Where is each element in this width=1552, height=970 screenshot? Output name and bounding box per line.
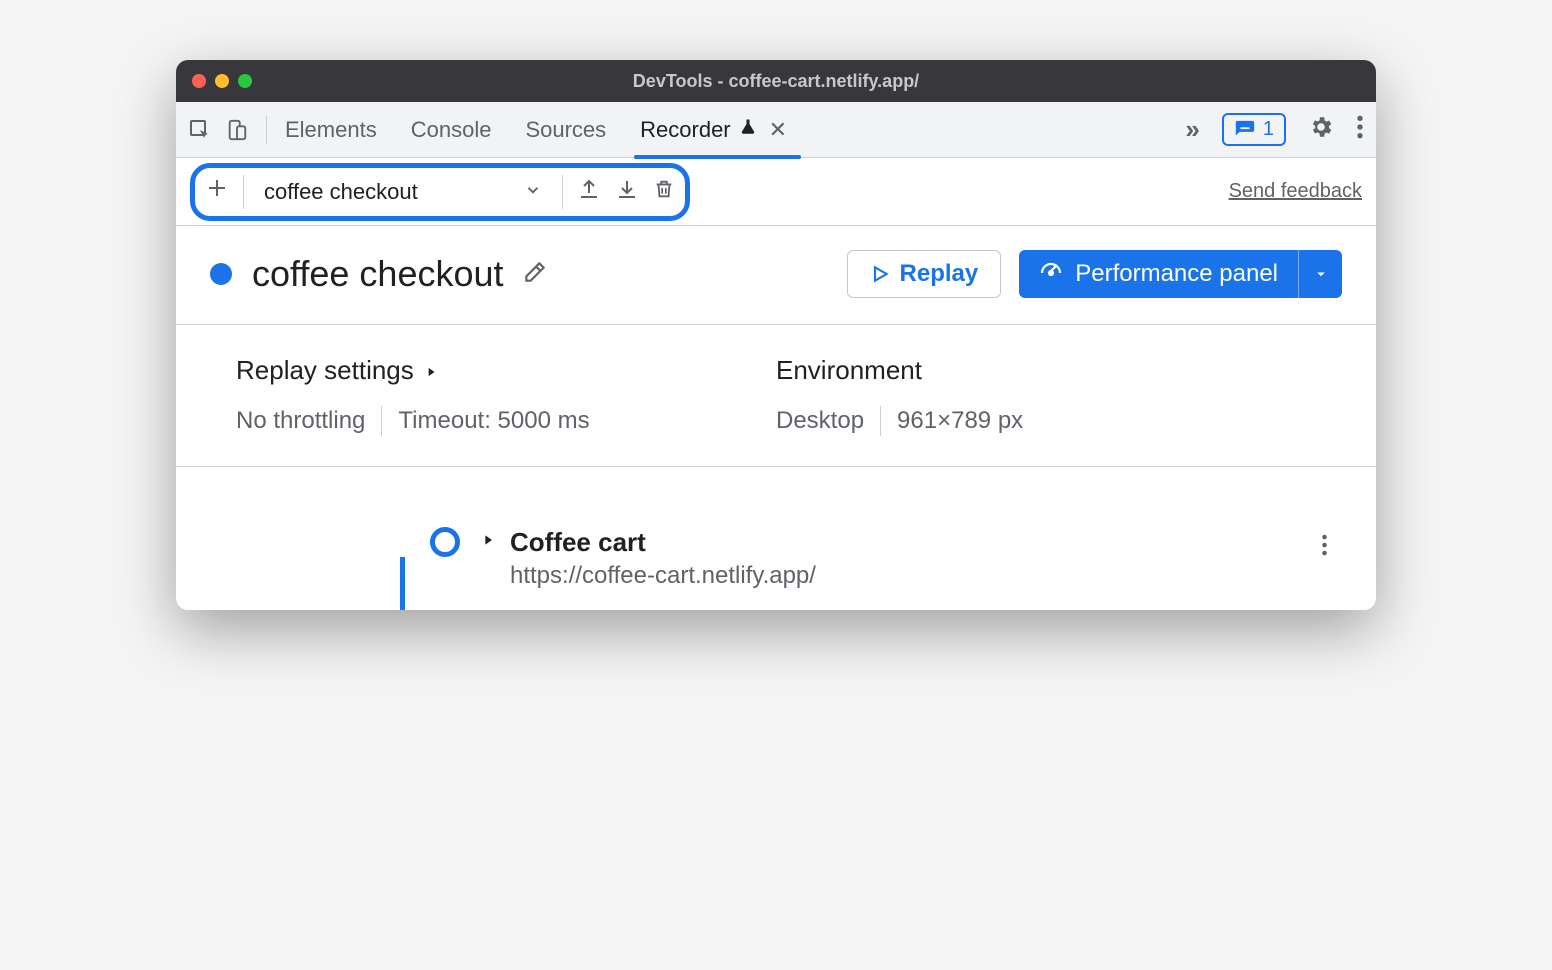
tab-recorder[interactable]: Recorder ✕ [640, 103, 787, 157]
divider [243, 175, 244, 209]
timeline-connector [400, 557, 405, 610]
device-toolbar-icon[interactable] [226, 118, 248, 142]
flask-icon [739, 117, 757, 143]
titlebar: DevTools - coffee-cart.netlify.app/ [176, 60, 1376, 102]
tabs: Elements Console Sources Recorder ✕ [285, 103, 787, 157]
window-minimize-button[interactable] [215, 74, 229, 88]
replay-button-label: Replay [900, 260, 979, 288]
gauge-icon [1039, 259, 1063, 290]
window-close-button[interactable] [192, 74, 206, 88]
environment-section: Environment Desktop 961×789 px [776, 355, 1316, 436]
performance-panel-button[interactable]: Performance panel [1019, 250, 1298, 298]
issues-badge[interactable]: 1 [1222, 113, 1286, 146]
timeout-value: Timeout: 5000 ms [382, 407, 605, 435]
performance-panel-dropdown[interactable] [1298, 250, 1342, 298]
step-marker-icon [430, 527, 460, 557]
export-icon[interactable] [577, 177, 601, 206]
replay-settings-section: Replay settings No throttling Timeout: 5… [236, 355, 776, 436]
issues-count: 1 [1263, 118, 1274, 141]
replay-settings-heading[interactable]: Replay settings [236, 355, 776, 386]
window-title: DevTools - coffee-cart.netlify.app/ [633, 71, 919, 92]
left-tools [188, 118, 248, 142]
step-url: https://coffee-cart.netlify.app/ [510, 562, 816, 590]
recorder-toolbar: coffee checkout Send feedback [176, 158, 1376, 226]
settings-row: Replay settings No throttling Timeout: 5… [176, 325, 1376, 467]
throttling-value: No throttling [236, 407, 381, 435]
environment-label: Environment [776, 355, 922, 386]
performance-panel-button-group: Performance panel [1019, 250, 1342, 298]
step-kebab-icon[interactable] [1321, 533, 1328, 562]
settings-gear-icon[interactable] [1308, 114, 1334, 145]
tab-elements[interactable]: Elements [285, 103, 377, 157]
chevron-down-icon [524, 179, 542, 205]
close-tab-icon[interactable]: ✕ [769, 117, 787, 143]
replay-settings-label: Replay settings [236, 355, 414, 386]
tab-console[interactable]: Console [411, 103, 492, 157]
new-recording-button[interactable] [205, 176, 229, 207]
send-feedback-link[interactable]: Send feedback [1229, 180, 1362, 203]
performance-panel-label: Performance panel [1075, 260, 1278, 288]
inspect-element-icon[interactable] [188, 118, 212, 142]
step-text: Coffee cart https://coffee-cart.netlify.… [510, 527, 816, 590]
divider [562, 175, 563, 209]
recording-selector-label: coffee checkout [264, 179, 418, 205]
viewport-value: 961×789 px [881, 407, 1039, 435]
divider [266, 116, 267, 144]
import-icon[interactable] [615, 177, 639, 206]
edit-title-icon[interactable] [522, 259, 548, 290]
more-tabs-icon[interactable]: » [1185, 114, 1199, 145]
kebab-menu-icon[interactable] [1356, 114, 1364, 145]
environment-values: Desktop 961×789 px [776, 406, 1316, 436]
devtools-window: DevTools - coffee-cart.netlify.app/ Elem… [176, 60, 1376, 610]
devtools-tabs-row: Elements Console Sources Recorder ✕ » 1 [176, 102, 1376, 158]
device-value: Desktop [776, 407, 880, 435]
environment-heading: Environment [776, 355, 1316, 386]
expand-step-icon[interactable] [480, 532, 496, 553]
status-dot-icon [210, 263, 232, 285]
triangle-right-icon [424, 355, 438, 386]
replay-settings-values: No throttling Timeout: 5000 ms [236, 406, 776, 436]
traffic-lights [192, 74, 252, 88]
delete-icon[interactable] [653, 177, 675, 206]
tab-sources[interactable]: Sources [525, 103, 606, 157]
step-row[interactable]: Coffee cart https://coffee-cart.netlify.… [220, 527, 1332, 590]
recording-selector[interactable]: coffee checkout [258, 179, 548, 205]
window-zoom-button[interactable] [238, 74, 252, 88]
recording-title: coffee checkout [252, 253, 504, 295]
recording-header: coffee checkout Replay Performance panel [176, 226, 1376, 325]
step-title: Coffee cart [510, 527, 816, 558]
highlighted-controls: coffee checkout [190, 163, 690, 221]
steps-list: Coffee cart https://coffee-cart.netlify.… [176, 467, 1376, 610]
tab-recorder-label: Recorder [640, 117, 730, 143]
replay-button[interactable]: Replay [847, 250, 1002, 298]
